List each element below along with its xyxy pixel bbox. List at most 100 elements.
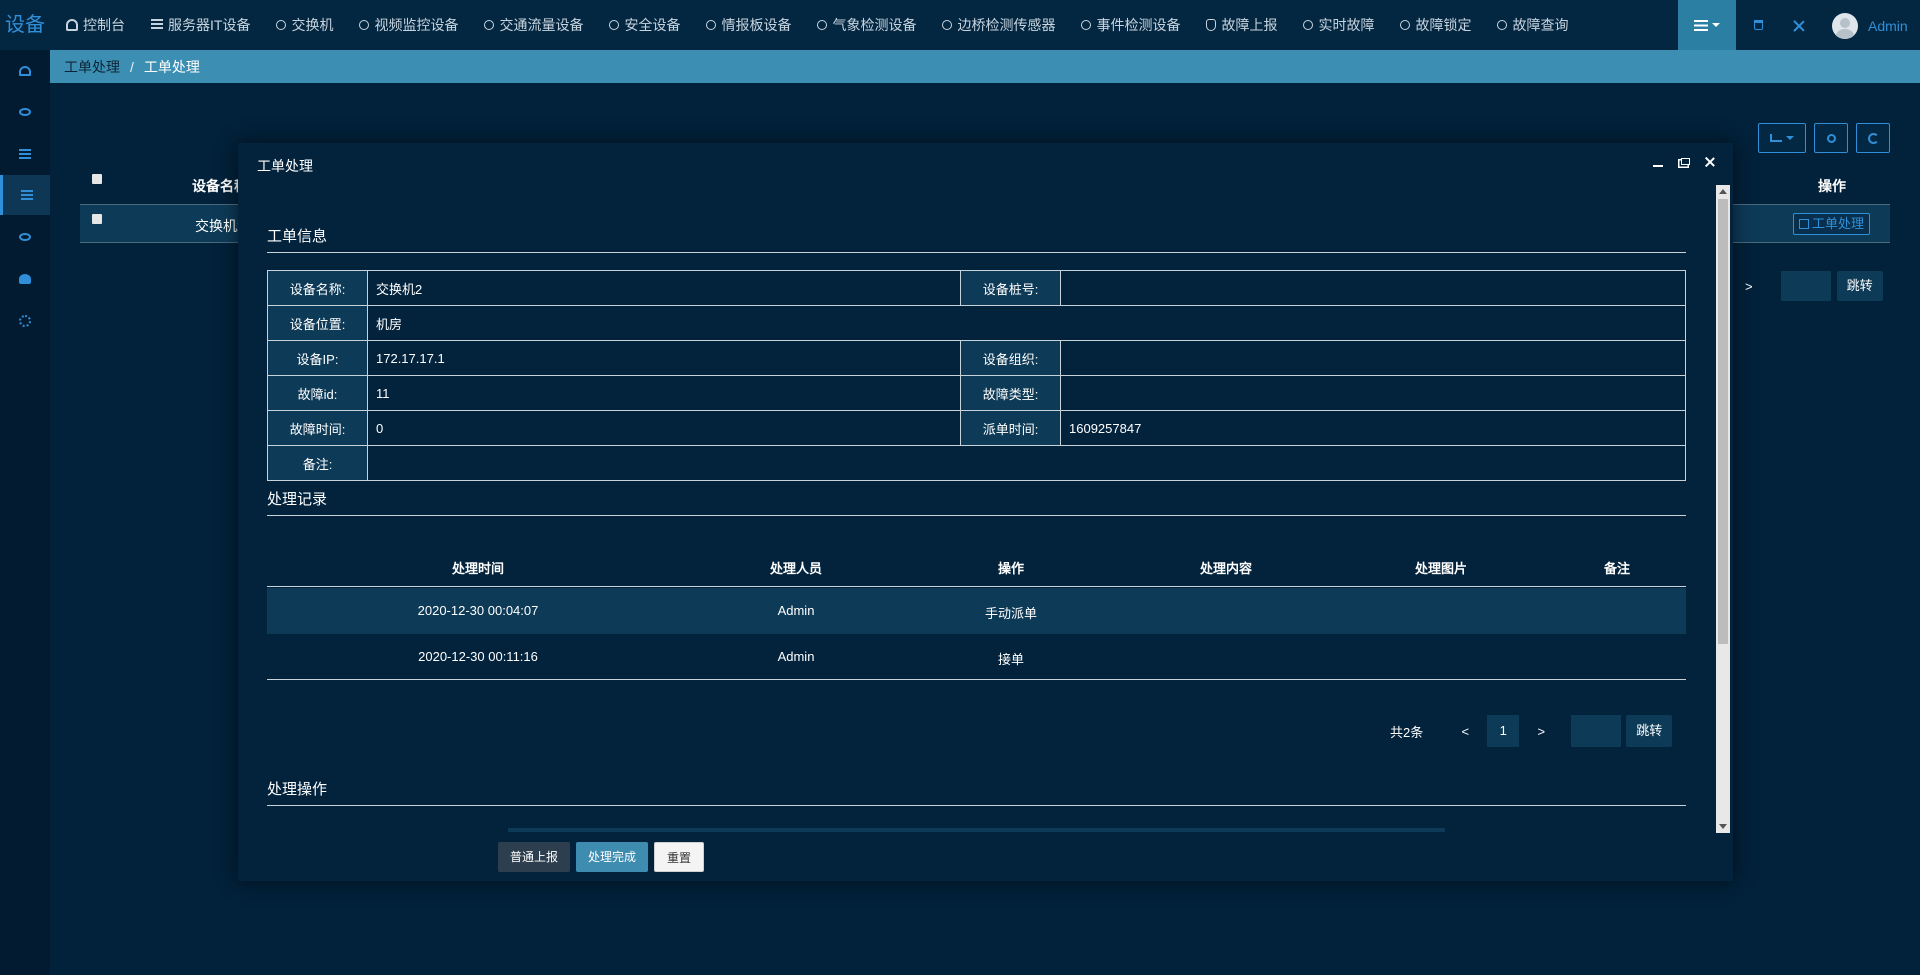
scroll-down-icon[interactable] <box>1719 824 1727 829</box>
column-process-person: 处理人员 <box>769 561 823 576</box>
nav-item-fault-lock[interactable]: 故障锁定 <box>1384 0 1481 50</box>
nav-item-bridge-sensor[interactable]: 边桥检测传感器 <box>926 0 1065 50</box>
device-name-label: 设备名称: <box>267 270 368 306</box>
clear-cache-button[interactable] <box>1743 0 1773 50</box>
page-number-button[interactable]: 1 <box>1487 715 1520 747</box>
normal-report-button[interactable]: 普通上报 <box>498 842 571 872</box>
eye-icon <box>19 108 31 116</box>
scroll-thumb[interactable] <box>1718 199 1728 644</box>
nav-item-realtime-fault[interactable]: 实时故障 <box>1287 0 1384 50</box>
modal-footer: 普通上报 处理完成 重置 <box>238 831 1733 881</box>
background-pager: > 跳转 <box>1745 270 1883 302</box>
column-action: 操作 <box>1818 178 1846 194</box>
page-jump-button[interactable]: 跳转 <box>1836 271 1883 301</box>
modal-title: 工单处理 <box>257 158 313 174</box>
top-navbar: 设备 控制台 服务器IT设备 交换机 视频监控设备 交通流量设备 安全设备 情报… <box>0 0 1920 50</box>
app-logo[interactable]: 设备 <box>0 0 50 50</box>
gauge-icon <box>66 19 78 31</box>
nav-item-switches[interactable]: 交换机 <box>260 0 343 50</box>
sidebar-item-workorder[interactable] <box>0 175 50 215</box>
next-page-button[interactable]: > <box>1527 724 1555 739</box>
nav-item-weather[interactable]: 气象检测设备 <box>801 0 926 50</box>
server-icon <box>151 19 163 31</box>
scroll-up-icon[interactable] <box>1719 189 1727 194</box>
sidebar-item-settings[interactable] <box>0 301 50 341</box>
table-row[interactable]: 2020-12-30 00:11:16 Admin 接单 <box>267 634 1686 680</box>
record-time: 2020-12-30 00:04:07 <box>417 603 539 618</box>
breadcrumb-separator: / <box>130 58 134 75</box>
column-remark: 备注 <box>1603 561 1631 576</box>
workorder-modal: 工单处理 工单信息 设备名称: 交换机2 设备桩号: 设备位置: 机房 设备IP… <box>238 143 1733 881</box>
record-person: Admin <box>777 649 815 664</box>
menu-toggle-button[interactable] <box>1678 0 1736 50</box>
export-button[interactable] <box>1758 123 1806 153</box>
eye-icon <box>19 233 31 241</box>
minimize-icon <box>1653 165 1663 167</box>
maximize-button[interactable] <box>1678 155 1692 169</box>
sidebar-item-list[interactable] <box>0 134 50 174</box>
select-all-checkbox[interactable] <box>92 174 102 184</box>
nav-item-dashboard[interactable]: 控制台 <box>50 0 135 50</box>
record-time: 2020-12-30 00:11:16 <box>418 649 538 664</box>
workorder-process-button[interactable]: 工单处理 <box>1793 213 1871 235</box>
user-menu[interactable]: Admin <box>1832 12 1908 40</box>
nav-item-info-board[interactable]: 情报板设备 <box>690 0 801 50</box>
nav-item-traffic[interactable]: 交通流量设备 <box>468 0 593 50</box>
minimize-button[interactable] <box>1651 155 1665 169</box>
table-row[interactable]: 2020-12-30 00:04:07 Admin 手动派单 <box>267 588 1686 634</box>
next-page-button[interactable]: > <box>1745 279 1753 294</box>
users-icon <box>19 274 31 284</box>
remark-value <box>367 445 1686 481</box>
search-icon <box>1826 133 1836 143</box>
breadcrumb-parent[interactable]: 工单处理 <box>64 57 120 77</box>
circle-icon <box>484 20 495 30</box>
device-pile-value <box>1060 270 1686 306</box>
page-jump-button[interactable]: 跳转 <box>1626 715 1673 747</box>
row-checkbox[interactable] <box>92 214 102 224</box>
org-value <box>1060 340 1686 376</box>
location-label: 设备位置: <box>267 305 368 341</box>
process-complete-button[interactable]: 处理完成 <box>576 842 649 872</box>
page-jump-input[interactable] <box>1780 271 1831 301</box>
circle-icon <box>817 20 828 30</box>
nav-item-video[interactable]: 视频监控设备 <box>343 0 468 50</box>
circle-icon <box>359 20 370 30</box>
fullscreen-button[interactable] <box>1783 0 1813 50</box>
column-operation: 操作 <box>997 561 1025 576</box>
fault-id-value: 11 <box>367 375 961 411</box>
nav-item-servers[interactable]: 服务器IT设备 <box>135 0 260 50</box>
caret-down-icon <box>1786 136 1794 140</box>
circle-icon <box>942 20 953 30</box>
sidebar-item-users[interactable] <box>0 259 50 299</box>
sidebar-item-view[interactable] <box>0 217 50 257</box>
circle-icon <box>1497 20 1508 30</box>
circle-icon <box>276 20 287 30</box>
caret-down-icon <box>1712 23 1720 27</box>
modal-header: 工单处理 <box>238 143 1733 185</box>
nav-item-fault-query[interactable]: 故障查询 <box>1481 0 1578 50</box>
page-jump-input[interactable] <box>1571 715 1622 747</box>
refresh-icon <box>1867 132 1879 144</box>
modal-scrollbar[interactable] <box>1716 185 1730 833</box>
circle-icon <box>1400 20 1411 30</box>
close-button[interactable] <box>1703 155 1717 169</box>
section-process-ops: 处理操作 <box>267 778 1686 806</box>
sidebar-item-dashboard[interactable] <box>0 51 50 91</box>
records-table-header: 处理时间 处理人员 操作 处理内容 处理图片 备注 <box>267 543 1686 587</box>
reset-button[interactable]: 重置 <box>654 842 705 872</box>
nav-item-event-detect[interactable]: 事件检测设备 <box>1065 0 1190 50</box>
hand-icon <box>1206 19 1217 31</box>
column-image: 处理图片 <box>1414 561 1468 576</box>
refresh-button[interactable] <box>1856 123 1890 153</box>
record-person: Admin <box>777 603 815 618</box>
section-process-records: 处理记录 <box>267 488 1686 516</box>
restore-icon <box>1681 158 1690 165</box>
fault-type-value <box>1060 375 1686 411</box>
prev-page-button[interactable]: < <box>1451 724 1479 739</box>
nav-item-fault-report[interactable]: 故障上报 <box>1190 0 1287 50</box>
sidebar-item-monitor[interactable] <box>0 92 50 132</box>
gears-icon <box>19 315 31 327</box>
nav-item-security[interactable]: 安全设备 <box>593 0 690 50</box>
record-operation: 接单 <box>997 652 1025 667</box>
search-button[interactable] <box>1814 123 1848 153</box>
